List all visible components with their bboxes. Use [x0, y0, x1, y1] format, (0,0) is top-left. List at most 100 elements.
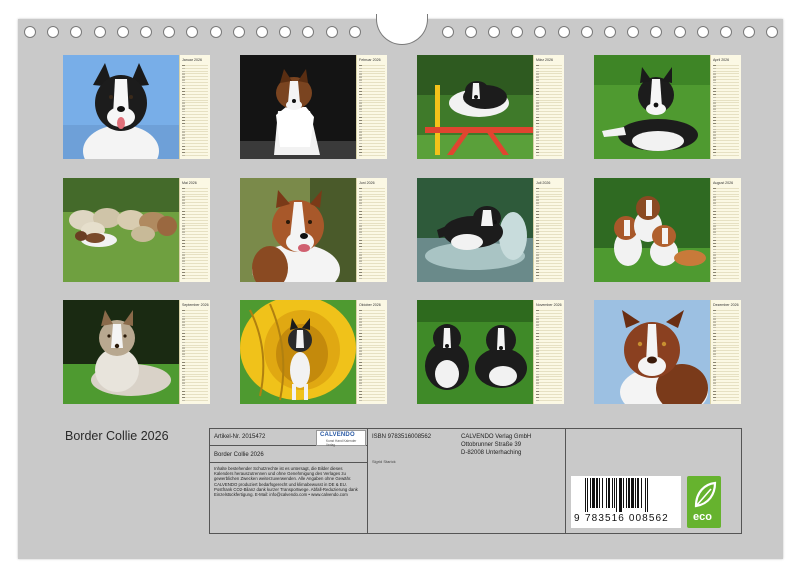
photo-august	[594, 178, 710, 282]
month-label: Juni 2026	[359, 181, 375, 185]
leaf-icon	[694, 481, 717, 508]
photo-january	[63, 55, 179, 159]
calendar-strip-may: Mai 2026	[179, 178, 210, 282]
barcode-bar	[619, 478, 622, 512]
barcode-bar	[616, 478, 617, 512]
day-lines	[713, 310, 739, 401]
month-label: Juli 2026	[536, 181, 551, 185]
photo-july	[417, 178, 533, 282]
publisher-line-3: D-82008 Unterhaching	[461, 450, 522, 456]
binding-hole	[24, 26, 36, 38]
binding-hole	[116, 26, 129, 38]
month-tile-february: Februar 2026	[240, 55, 388, 159]
day-lines	[536, 310, 562, 401]
barcode-bar	[612, 478, 613, 508]
eco-label: eco	[693, 511, 712, 523]
month-label: Dezember 2026	[713, 303, 739, 307]
barcode-bar	[596, 478, 598, 508]
binding-hole	[720, 26, 732, 38]
barcode-bar	[623, 478, 624, 508]
calendar-strip-february: Februar 2026	[356, 55, 387, 159]
month-tile-november: November 2026	[417, 300, 565, 404]
photo-june	[240, 178, 356, 282]
month-tile-september: September 2026	[63, 300, 211, 404]
day-lines	[182, 65, 208, 156]
month-label: April 2026	[713, 58, 730, 62]
barcode-bar	[645, 478, 646, 512]
day-lines	[182, 310, 208, 401]
photographer: Sigrid Starick	[372, 459, 396, 464]
binding-hole	[580, 26, 593, 38]
day-numbers	[182, 188, 185, 279]
photo-october	[240, 300, 356, 404]
month-label: März 2026	[536, 58, 553, 62]
calendar-strip-april: April 2026	[710, 55, 741, 159]
binding-hole	[348, 26, 361, 38]
day-numbers	[182, 310, 185, 401]
photo-september	[63, 300, 179, 404]
ean-barcode: 9 783516 008562	[571, 476, 681, 528]
eco-badge: eco	[687, 476, 721, 528]
calendar-strip-september: September 2026	[179, 300, 210, 404]
photo-december	[594, 300, 710, 404]
binding-hole	[209, 26, 222, 38]
isbn: ISBN 9783516008562	[372, 434, 432, 440]
product-title: Border Collie 2026	[214, 452, 264, 458]
info-divider	[367, 429, 368, 533]
day-lines	[536, 188, 562, 279]
day-numbers	[536, 65, 539, 156]
binding-hole	[47, 26, 60, 38]
barcode-lead-digit: 9	[574, 513, 580, 524]
binding-hole	[627, 26, 640, 38]
binding-hole	[464, 26, 477, 38]
day-numbers	[713, 188, 716, 279]
barcode-digits: 783516 008562	[585, 513, 669, 524]
binding-hole	[302, 26, 315, 38]
binding-hole	[186, 26, 199, 38]
month-label: September 2026	[182, 303, 209, 307]
binding-hole	[511, 26, 524, 38]
day-numbers	[359, 188, 362, 279]
month-tile-april: April 2026	[594, 55, 742, 159]
calvendo-logo: CALVENDO Kunst Hand Kalender Verlag	[316, 430, 366, 447]
binding-hole	[256, 26, 268, 38]
binding-hole	[534, 26, 547, 38]
calendar-strip-december: Dezember 2026	[710, 300, 741, 404]
photo-february	[240, 55, 356, 159]
binding-hole	[696, 26, 709, 38]
day-numbers	[536, 310, 539, 401]
day-numbers	[536, 188, 539, 279]
barcode-bar	[647, 478, 648, 512]
photo-march	[417, 55, 533, 159]
photo-november	[417, 300, 533, 404]
barcode-bar	[608, 478, 610, 508]
logo-wordmark: CALVENDO	[320, 432, 355, 438]
day-numbers	[713, 310, 716, 401]
calendar-strip-august: August 2026	[710, 178, 741, 282]
article-number: Artikel-Nr. 2015472	[214, 434, 266, 440]
day-lines	[359, 310, 385, 401]
barcode-bar	[585, 478, 586, 512]
barcode-bar	[590, 478, 591, 508]
month-tile-december: Dezember 2026	[594, 300, 742, 404]
calendar-title: Border Collie 2026	[65, 429, 169, 443]
day-numbers	[359, 310, 362, 401]
month-label: Januar 2026	[182, 58, 202, 62]
binding-hole	[650, 26, 663, 38]
month-tile-january: Januar 2026	[63, 55, 211, 159]
binding-hole	[557, 26, 570, 38]
publisher-line-2: Ottobrunner Straße 39	[461, 442, 522, 448]
binding-hole	[673, 26, 686, 38]
binding-hole	[163, 26, 176, 38]
barcode-bar	[606, 478, 607, 508]
photo-april	[594, 55, 710, 159]
info-divider	[565, 429, 566, 533]
barcode-bar	[587, 478, 588, 512]
barcode-bar	[635, 478, 636, 508]
barcode-bar	[614, 478, 615, 508]
month-tile-august: August 2026	[594, 178, 742, 282]
binding-hole	[140, 26, 152, 38]
binding-hole	[604, 26, 616, 38]
info-row-divider	[210, 462, 367, 463]
binding-hole	[232, 26, 245, 38]
